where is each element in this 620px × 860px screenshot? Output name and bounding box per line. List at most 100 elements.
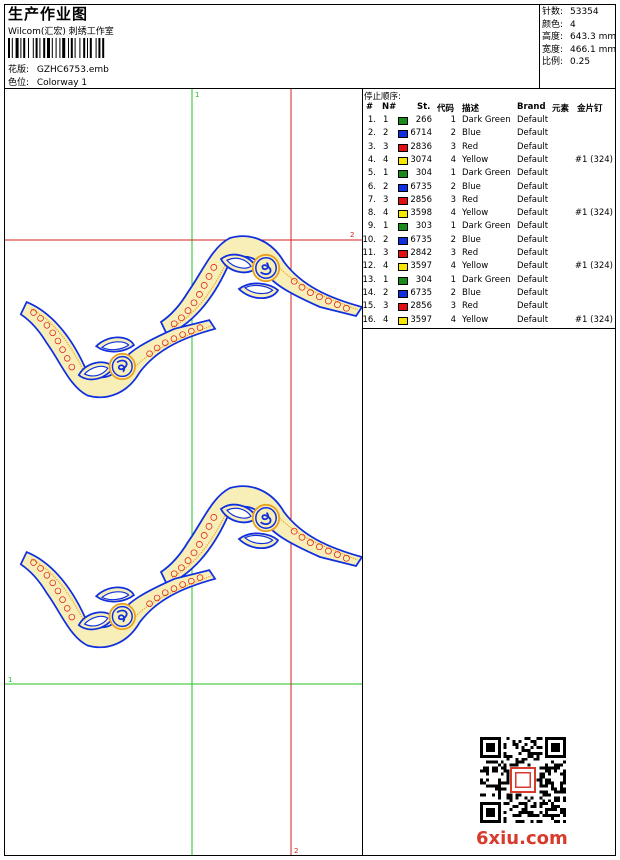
color-code: 1: [450, 221, 456, 232]
stat-colors: 颜色: 4: [542, 19, 576, 30]
colorway-label: 色位:: [8, 78, 30, 88]
color-description: Red: [462, 301, 479, 312]
stat-width: 宽度: 466.1 mm: [542, 44, 617, 55]
sequence-title: 停止顺序:: [364, 92, 401, 102]
row-number: 2.: [367, 128, 376, 139]
design-label: 花版:: [8, 65, 30, 75]
motif-bottom-right: [160, 485, 362, 586]
colorway-value: Colorway 1: [36, 78, 88, 88]
needle-number: 3: [383, 194, 389, 205]
needle-number: 3: [383, 301, 389, 312]
stitch-count: 6735: [410, 287, 432, 298]
color-swatch: [398, 210, 408, 219]
color-swatch: [398, 236, 408, 245]
sequence-row: 9. 1 303 1 Dark Green Default: [364, 221, 614, 234]
thread-brand: Default: [517, 115, 549, 125]
needle-number: 2: [383, 234, 389, 245]
col-elem: 元素: [552, 104, 570, 114]
color-swatch: [398, 183, 408, 192]
row-number: 8.: [367, 208, 376, 219]
row-number: 14.: [362, 287, 376, 298]
col-st: St.: [417, 102, 431, 112]
marker-two-right: 2: [350, 231, 354, 239]
color-code: 3: [450, 301, 456, 312]
color-swatch: [398, 156, 408, 165]
needle-number: 4: [383, 154, 389, 165]
color-description: Yellow: [462, 154, 489, 165]
color-swatch: [398, 196, 408, 205]
color-description: Red: [462, 141, 479, 152]
col-num: #: [366, 102, 374, 112]
sequin-info: #1 (324): [574, 261, 613, 272]
color-code: 4: [450, 154, 456, 165]
color-description: Blue: [462, 128, 481, 139]
stitch-count: 2836: [410, 141, 432, 152]
sequence-row: 11. 3 2842 3 Red Default: [362, 248, 614, 261]
color-code: 2: [450, 287, 456, 298]
thread-brand: Default: [517, 128, 549, 139]
qr-code: [480, 737, 566, 823]
thread-brand: Default: [517, 221, 549, 232]
thread-brand: Default: [517, 154, 549, 165]
thread-brand: Default: [517, 261, 549, 272]
needle-number: 1: [383, 115, 389, 125]
color-code: 4: [450, 208, 456, 219]
col-brand: Brand: [517, 102, 546, 112]
color-code: 4: [450, 314, 456, 325]
thread-brand: Default: [517, 274, 549, 285]
stat-height: 高度: 643.3 mm: [542, 32, 617, 42]
row-number: 4.: [367, 154, 376, 165]
color-description: Yellow: [462, 208, 489, 219]
color-swatch: [398, 170, 408, 179]
stitch-count: 304: [415, 168, 432, 179]
sequence-row: 12. 4 3597 4 Yellow Default #1 (324): [362, 261, 614, 274]
col-seq: 金片钉: [577, 104, 603, 114]
needle-number: 1: [383, 274, 389, 285]
marker-two-bottom: 2: [294, 847, 298, 855]
stitch-count: 303: [415, 221, 432, 232]
sequence-row: 8. 4 3598 4 Yellow Default #1 (324): [364, 208, 614, 221]
studio-name: Wilcom(汇宏) 刺绣工作室: [8, 27, 114, 37]
thread-brand: Default: [517, 168, 549, 179]
color-swatch: [398, 303, 408, 312]
thread-brand: Default: [517, 194, 549, 205]
stitch-count: 6714: [410, 128, 432, 139]
thread-brand: Default: [517, 181, 549, 192]
color-swatch: [398, 117, 408, 125]
color-description: Blue: [462, 181, 481, 192]
colorway-row: 色位: Colorway 1: [8, 75, 87, 88]
thread-brand: Default: [517, 301, 549, 312]
thread-brand: Default: [517, 248, 549, 258]
stitch-count: 3074: [410, 154, 432, 165]
color-swatch: [398, 250, 408, 258]
stat-scale: 比例: 0.25: [542, 57, 591, 67]
marker-one-top: 1: [195, 91, 199, 99]
sequin-info: #1 (324): [574, 314, 613, 325]
color-description: Blue: [462, 287, 481, 298]
row-number: 5.: [367, 168, 376, 179]
color-swatch: [398, 316, 408, 325]
row-number: 7.: [367, 194, 376, 205]
color-swatch: [398, 223, 408, 232]
color-code: 2: [450, 181, 456, 192]
stitch-count: 6735: [410, 181, 432, 192]
color-description: Blue: [462, 234, 481, 245]
color-swatch: [398, 130, 408, 139]
row-number: 12.: [362, 261, 376, 272]
needle-number: 2: [383, 181, 389, 192]
color-code: 2: [450, 234, 456, 245]
stitch-count: 2856: [410, 194, 432, 205]
col-code: 代码: [437, 104, 455, 114]
color-description: Yellow: [462, 261, 489, 272]
barcode: [8, 38, 105, 58]
sequence-row: 4. 4 3074 4 Yellow Default #1 (324): [364, 155, 614, 168]
marker-one-left: 1: [8, 676, 12, 684]
color-description: Red: [462, 194, 479, 205]
col-n: N#: [382, 102, 397, 112]
sequence-row: 14. 2 6735 2 Blue Default: [362, 287, 614, 301]
stitch-count: 3597: [410, 314, 432, 325]
color-description: Yellow: [462, 314, 489, 325]
thread-brand: Default: [517, 208, 549, 219]
row-number: 13.: [362, 274, 376, 285]
thread-brand: Default: [517, 287, 549, 298]
